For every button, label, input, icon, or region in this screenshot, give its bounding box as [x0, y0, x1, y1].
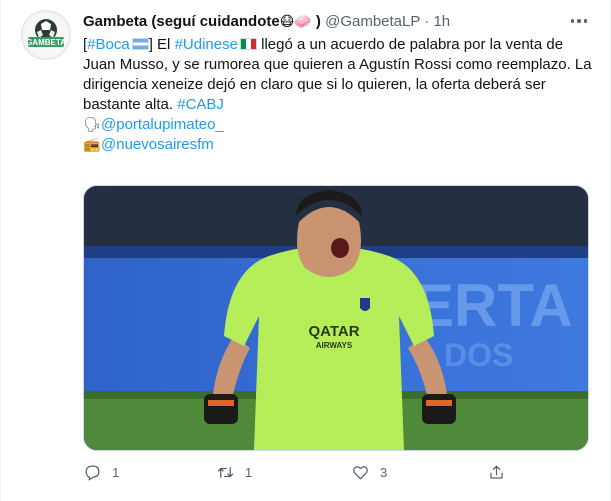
- like-count: 3: [380, 464, 388, 480]
- tweet-media-photo[interactable]: ERTA DOS QATAR AIRWAYS: [83, 185, 589, 451]
- share-icon: [490, 465, 503, 479]
- hashtag-boca[interactable]: #Boca: [87, 36, 130, 53]
- retweet-icon: [217, 466, 234, 478]
- sponsor-subtext: AIRWAYS: [316, 341, 353, 350]
- argentina-flag-icon: [131, 38, 149, 50]
- tweet-text: [#Boca] El #Udinese llegó a un acuerdo d…: [83, 35, 595, 155]
- mention-nuevosairesfm[interactable]: @nuevosairesfm: [101, 136, 214, 153]
- bracket-close: ] El: [148, 36, 171, 53]
- reply-icon: [85, 465, 100, 481]
- retweet-count: 1: [245, 464, 253, 480]
- author-name-end: ): [315, 13, 321, 30]
- soap-emoji-icon: 🧼: [294, 14, 312, 30]
- hashtag-cabj[interactable]: #CABJ: [177, 96, 224, 113]
- mask-emoji-icon: 😷: [279, 14, 295, 30]
- author-name[interactable]: Gambeta (seguí cuidandote: [83, 13, 280, 30]
- reply-count: 1: [112, 464, 120, 480]
- author-handle[interactable]: @GambetaLP: [325, 13, 420, 30]
- speaking-head-icon: 🗣: [83, 117, 101, 133]
- board-subtext: DOS: [444, 337, 513, 373]
- goalkeeper-photo: ERTA DOS QATAR AIRWAYS: [84, 186, 588, 450]
- tweet-header: Gambeta (seguí cuidandote😷🧼 ) @GambetaLP…: [83, 12, 523, 32]
- sponsor-text: QATAR: [308, 323, 359, 340]
- radio-icon: 📻: [83, 137, 101, 153]
- mention-portalupimateo[interactable]: @portalupimateo_: [101, 116, 224, 133]
- tweet-actions: 1 1 3: [83, 458, 593, 486]
- share-button[interactable]: [487, 458, 516, 486]
- reply-button[interactable]: 1: [83, 458, 119, 486]
- separator-dot: ·: [424, 13, 430, 30]
- tweet[interactable]: GAMBETA Gambeta (seguí cuidandote😷🧼 ) @G…: [0, 0, 611, 501]
- avatar[interactable]: GAMBETA: [21, 10, 71, 60]
- heart-icon: [353, 465, 368, 479]
- board-text: ERTA: [414, 272, 573, 339]
- timestamp[interactable]: 1h: [433, 13, 450, 30]
- more-options-icon[interactable]: [566, 10, 592, 32]
- retweet-button[interactable]: 1: [216, 458, 252, 486]
- like-button[interactable]: 3: [351, 458, 387, 486]
- italy-flag-icon: [239, 38, 257, 50]
- hashtag-udinese[interactable]: #Udinese: [175, 36, 238, 53]
- avatar-logo-text: GAMBETA: [26, 38, 66, 47]
